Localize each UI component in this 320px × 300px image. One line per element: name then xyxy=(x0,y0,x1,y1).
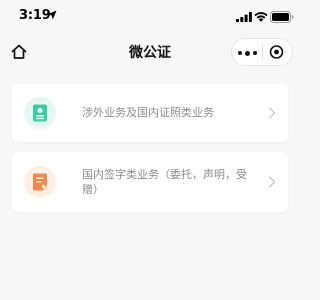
service-card-label: 涉外业务及国内证照类业务 xyxy=(82,106,214,119)
more-options-button[interactable] xyxy=(232,39,263,65)
status-time: 3:19 xyxy=(19,8,51,23)
target-close-icon xyxy=(269,45,284,59)
more-dot-icon xyxy=(253,51,257,55)
service-card-domestic-signature[interactable]: 国内签字类业务（委托，声明，受赠） xyxy=(12,152,288,212)
more-dot-icon xyxy=(245,50,250,56)
mini-program-capsule xyxy=(231,38,293,66)
service-card-label: 国内签字类业务（委托，声明，受赠） xyxy=(82,168,247,196)
card-icon-circle xyxy=(24,97,56,129)
navigation-bar: 微公证 xyxy=(0,30,300,74)
location-arrow-icon xyxy=(47,10,57,20)
status-bar: 3:19 xyxy=(0,0,300,30)
app-screen: 3:19 微公证 涉外业务及国内证照类业务 国内签字类业务（委托，声明，受赠） xyxy=(0,0,300,300)
cellular-signal-icon xyxy=(236,12,252,22)
wifi-icon xyxy=(254,12,268,22)
chevron-right-icon xyxy=(268,176,276,188)
document-card-icon xyxy=(33,104,47,122)
service-card-foreign-and-certificates[interactable]: 涉外业务及国内证照类业务 xyxy=(12,84,288,142)
more-dot-icon xyxy=(238,51,242,55)
card-icon-circle xyxy=(24,166,56,198)
close-mini-program-button[interactable] xyxy=(263,39,292,65)
signed-document-icon xyxy=(33,173,47,191)
battery-icon xyxy=(270,11,294,23)
chevron-right-icon xyxy=(268,107,276,119)
